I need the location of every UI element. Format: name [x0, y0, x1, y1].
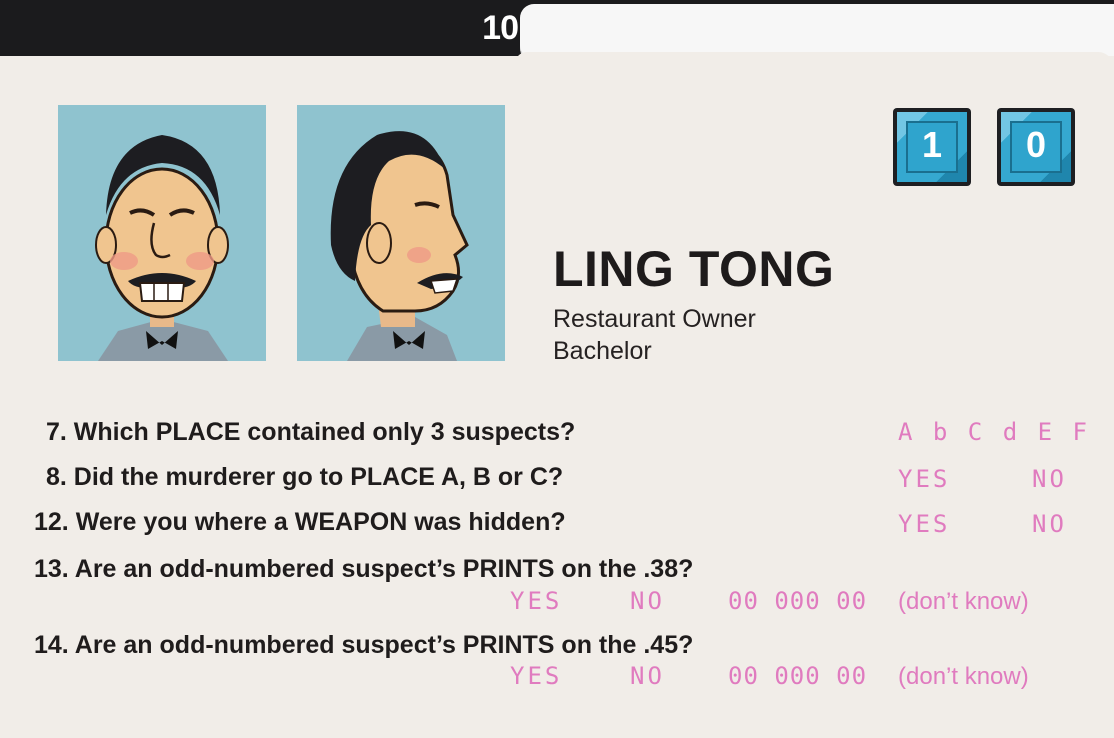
answer-14-yes: YES [510, 662, 563, 690]
number-tile-digit: 1 [906, 121, 958, 173]
number-tile-second: 0 [997, 108, 1075, 186]
portrait-side-illustration [297, 105, 505, 361]
answer-12-yes: YES [898, 510, 951, 538]
suspect-occupation: Restaurant Owner [553, 305, 756, 333]
question-14: 14. Are an odd-numbered suspect’s PRINTS… [34, 631, 694, 659]
portrait-front-illustration [58, 105, 266, 361]
question-8: 8. Did the murderer go to PLACE A, B or … [46, 463, 564, 491]
number-tile-first: 1 [893, 108, 971, 186]
answer-13-yes: YES [510, 587, 563, 615]
answer-14-dont-know: (don’t know) [898, 663, 1029, 690]
answer-13-dont-know: (don’t know) [898, 588, 1029, 615]
answer-7-places: A b C d E F [898, 418, 1090, 446]
answer-12-no: NO [1032, 510, 1067, 538]
answer-8-no: NO [1032, 465, 1067, 493]
answer-14-no: NO [630, 662, 665, 690]
answer-13-number: 00 000 00 [728, 587, 868, 615]
suspect-name: LING TONG [553, 241, 835, 297]
suspect-marital-status: Bachelor [553, 337, 652, 365]
question-12: 12. Were you where a WEAPON was hidden? [34, 508, 566, 536]
number-tile-digit: 0 [1010, 121, 1062, 173]
answer-14-number: 00 000 00 [728, 662, 868, 690]
answer-8-yes: YES [898, 465, 951, 493]
card-top-edge [515, 52, 1114, 68]
question-13: 13. Are an odd-numbered suspect’s PRINTS… [34, 555, 694, 583]
answer-13-no: NO [630, 587, 665, 615]
question-7: 7. Which PLACE contained only 3 suspects… [46, 418, 576, 446]
card-tab-number: 10 [482, 9, 519, 47]
